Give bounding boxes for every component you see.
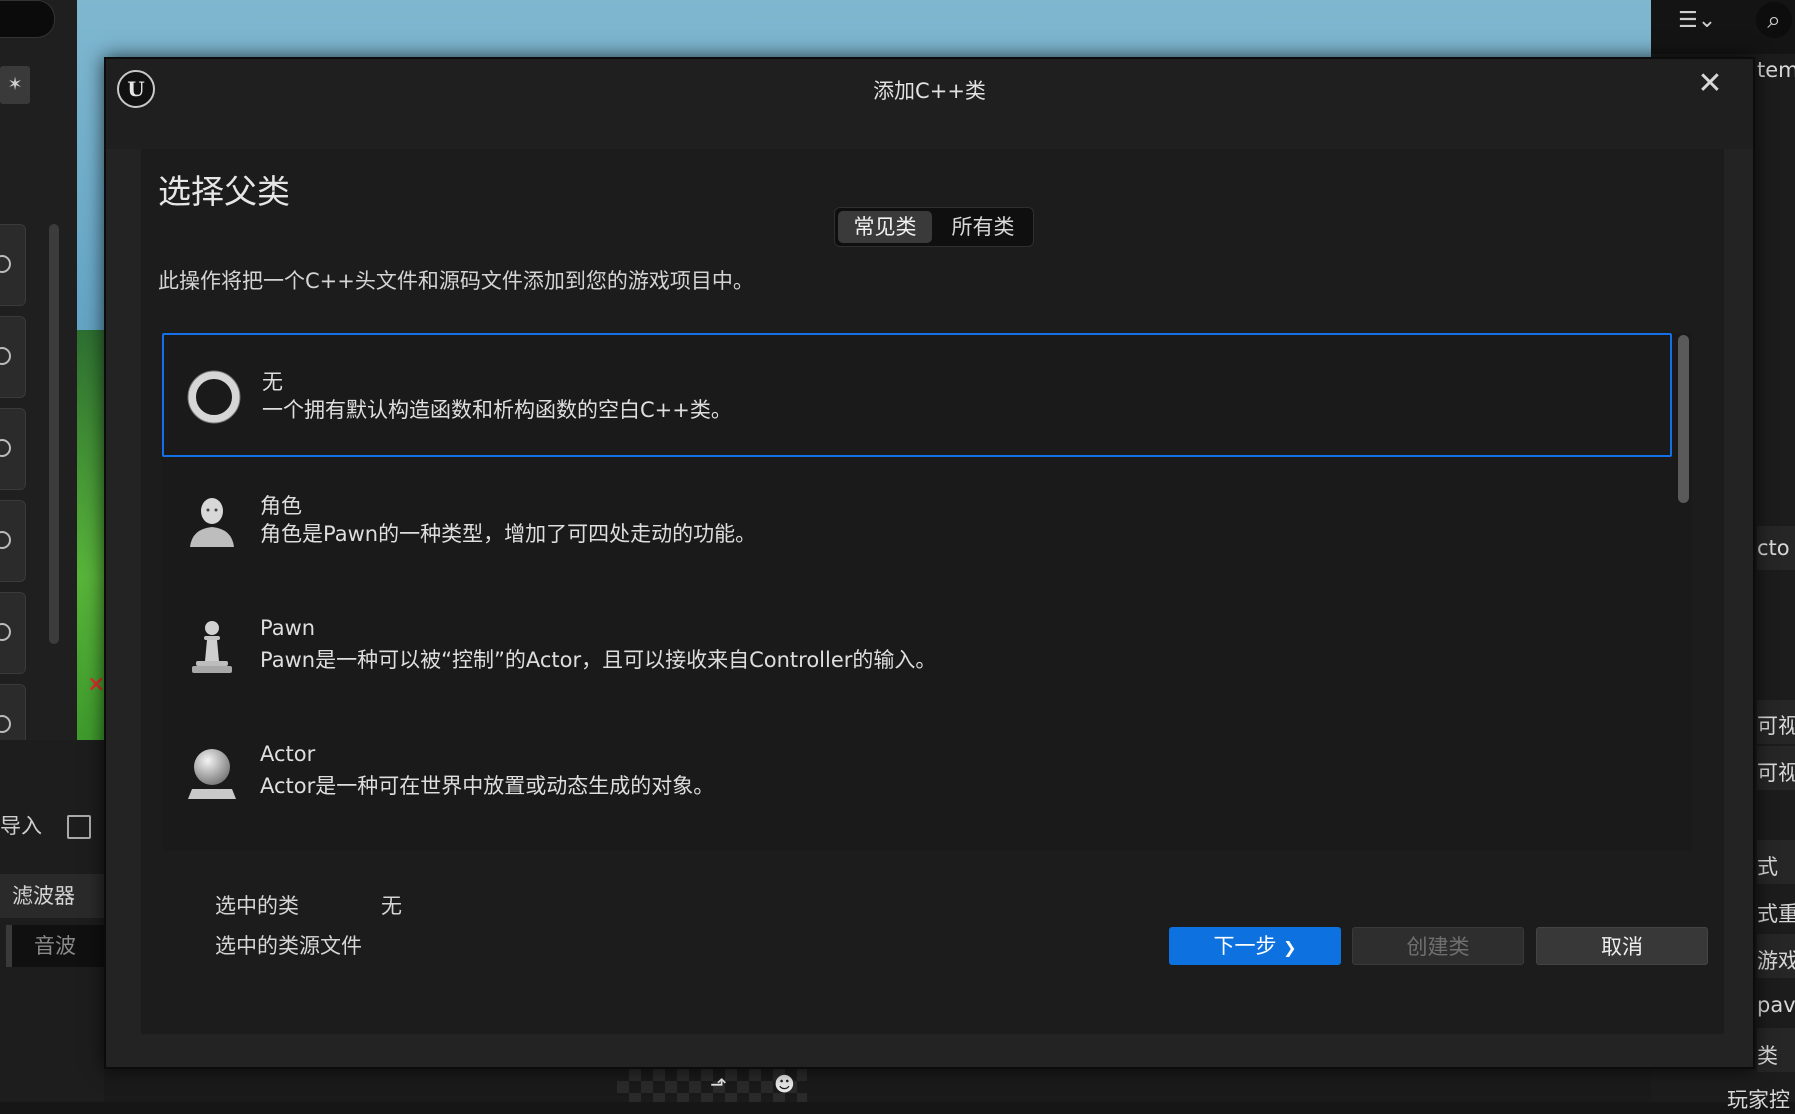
save-icon[interactable]	[67, 815, 91, 839]
class-option-name: Actor	[260, 742, 316, 766]
parent-class-list: 无 一个拥有默认构造函数和析构函数的空白C++类。 角色 角色是Pawn的一种类…	[162, 333, 1676, 851]
filter-button[interactable]: 滤波器	[0, 874, 104, 918]
pawn-icon	[192, 621, 232, 673]
class-option-none[interactable]: 无 一个拥有默认构造函数和析构函数的空白C++类。	[162, 333, 1672, 457]
side-tab[interactable]	[0, 592, 26, 674]
bird-icon: ⬏	[710, 1072, 727, 1096]
close-icon[interactable]: ✕	[1693, 67, 1727, 101]
filter-icon[interactable]: ☰⌄	[1678, 8, 1716, 33]
dialog-title: 添加C++类	[873, 79, 986, 103]
import-label[interactable]: 导入	[0, 810, 42, 840]
add-cpp-class-dialog: U 添加C++类 ✕ 选择父类 常见类 所有类 此操作将把一个C++头文件和源码…	[104, 57, 1755, 1069]
side-tab[interactable]	[0, 408, 26, 490]
class-option-actor[interactable]: Actor Actor是一种可在世界中放置或动态生成的对象。	[162, 711, 1672, 835]
class-option-name: 角色	[260, 494, 302, 518]
left-panel-scrollbar[interactable]	[49, 224, 59, 644]
class-filter-tabs: 常见类 所有类	[834, 207, 1034, 247]
search-icon[interactable]: ⌕	[1756, 2, 1792, 38]
details-snippet: cto	[1757, 536, 1790, 560]
class-option-name: 无	[262, 370, 283, 394]
side-tab[interactable]	[0, 500, 26, 582]
details-snippet: 式重	[1757, 902, 1795, 926]
bottom-strip	[104, 1069, 1651, 1102]
class-option-description: 角色是Pawn的一种类型，增加了可四处走动的功能。	[260, 522, 757, 546]
tab-common-classes[interactable]: 常见类	[838, 211, 932, 243]
class-option-character[interactable]: 角色 角色是Pawn的一种类型，增加了可四处走动的功能。	[162, 459, 1672, 583]
cancel-button[interactable]: 取消	[1536, 927, 1708, 965]
next-button[interactable]: 下一步 ❯	[1169, 927, 1341, 965]
content-browser-panel	[0, 740, 104, 1102]
create-class-button[interactable]: 创建类	[1352, 927, 1524, 965]
next-button-label: 下一步	[1213, 934, 1277, 958]
details-snippet: 玩家控	[1727, 1088, 1790, 1112]
details-snippet: 游戏	[1757, 949, 1795, 973]
class-list-scrollbar[interactable]	[1676, 333, 1692, 851]
dialog-title-bar: U 添加C++类 ✕	[106, 59, 1753, 149]
class-option-description: Pawn是一种可以被“控制”的Actor，且可以接收来自Controller的输…	[260, 648, 937, 672]
details-snippet: 可视	[1757, 761, 1795, 785]
class-option-description: 一个拥有默认构造函数和析构函数的空白C++类。	[262, 398, 732, 422]
character-icon	[190, 498, 234, 547]
details-snippet: 类	[1757, 1044, 1778, 1068]
tab-all-classes[interactable]: 所有类	[935, 211, 1031, 243]
scrollbar-thumb[interactable]	[1678, 335, 1689, 503]
character-thumbnail-icon: ☻	[774, 1072, 795, 1096]
class-option-name: Pawn	[260, 616, 316, 640]
dialog-content: 选择父类 常见类 所有类 此操作将把一个C++头文件和源码文件添加到您的游戏项目…	[141, 149, 1724, 1034]
details-snippet: 式	[1757, 855, 1778, 879]
class-option-description: Actor是一种可在世界中放置或动态生成的对象。	[260, 774, 715, 798]
page-title: 选择父类	[158, 172, 290, 211]
actor-icon	[188, 749, 236, 799]
selected-class-label: 选中的类	[215, 894, 299, 918]
details-snippet: tem	[1757, 58, 1795, 82]
selected-source-label: 选中的类源文件	[215, 934, 362, 958]
side-tab[interactable]	[0, 224, 26, 306]
class-option-pawn[interactable]: Pawn Pawn是一种可以被“控制”的Actor，且可以接收来自Control…	[162, 585, 1672, 709]
details-snippet: pav	[1757, 993, 1795, 1017]
empty-class-icon	[187, 370, 241, 424]
chevron-right-icon: ❯	[1283, 938, 1297, 957]
origin-marker-icon: ×	[87, 672, 106, 697]
side-tab[interactable]	[0, 316, 26, 398]
wand-icon[interactable]: ✶	[0, 66, 30, 104]
dialog-description: 此操作将把一个C++头文件和源码文件添加到您的游戏项目中。	[158, 269, 754, 293]
toolbar-pill[interactable]	[0, 0, 55, 38]
details-snippet: 可视	[1757, 714, 1795, 738]
selected-class-value: 无	[381, 894, 402, 918]
sound-filter-input[interactable]: 音波	[6, 925, 104, 967]
